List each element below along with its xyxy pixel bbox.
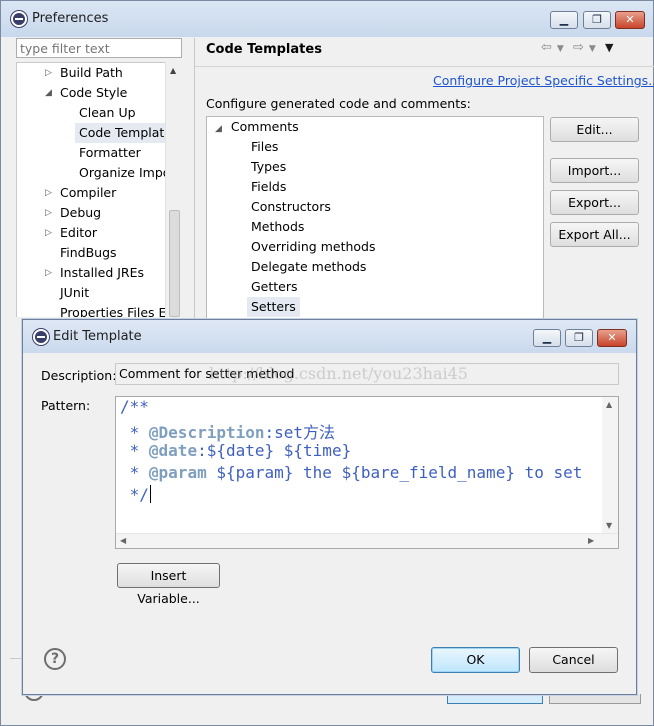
tree-item-label: Compiler [60,185,117,200]
preferences-tree: ▷ Build Path ◢ Code Style Clean Up Code … [16,62,182,317]
template-item-types[interactable]: Types [251,157,286,177]
tree-item-label: Organize Impo [79,165,171,180]
description-label: Description: [41,368,117,383]
expand-icon[interactable]: ▷ [45,203,55,223]
javadoc-tag: @param [148,463,207,482]
code-line-5: */ [120,485,151,504]
scroll-right-icon[interactable]: ▶ [588,536,594,545]
close-button[interactable]: ✕ [597,329,627,347]
collapse-icon[interactable]: ◢ [215,124,222,134]
templates-tree: ◢ Comments Files Types Fields Constructo… [206,116,544,319]
tree-item-label: Debug [60,205,102,220]
export-button[interactable]: Export... [550,190,639,215]
code-line-4: * @param ${param} the ${bare_field_name}… [120,463,583,482]
expand-icon[interactable]: ▷ [45,63,55,83]
preferences-titlebar[interactable]: Preferences ▁ ❐ ✕ [1,1,653,37]
dialog-titlebar[interactable]: Edit Template ▁ ❐ ✕ [23,320,636,353]
pattern-vertical-scrollbar[interactable]: ▲ ▼ [602,397,618,534]
template-item-constructors[interactable]: Constructors [251,197,331,217]
maximize-button[interactable]: ❐ [583,11,611,29]
tree-item-label: Build Path [60,65,123,80]
preferences-button-partial [447,694,543,704]
code-line-1: /** [120,397,149,416]
template-item-methods[interactable]: Methods [251,217,304,237]
cancel-button[interactable]: Cancel [529,647,618,673]
header-separator [195,66,654,67]
page-title: Code Templates [206,42,322,57]
back-dropdown-icon[interactable]: ▼ [557,44,564,54]
template-item-getters[interactable]: Getters [251,277,298,297]
edit-button[interactable]: Edit... [550,117,639,142]
import-button[interactable]: Import... [550,158,639,183]
preferences-bottom-separator [10,658,22,659]
configure-description: Configure generated code and comments: [206,96,471,111]
help-icon[interactable]: ? [44,648,66,670]
forward-arrow-icon[interactable]: ⇨ [573,40,584,55]
code-line-3: * @date:${date} ${time} [120,441,352,460]
export-all-button[interactable]: Export All... [550,222,639,247]
template-item-files[interactable]: Files [251,137,278,157]
tree-item-label: Code Style [60,85,128,100]
dialog-title: Edit Template [53,329,142,344]
eclipse-app-icon [11,11,27,27]
tree-item-label: Formatter [79,145,141,160]
eclipse-app-icon [33,329,49,345]
tree-item-label: JUnit [60,285,90,300]
expand-icon[interactable]: ▷ [45,263,55,283]
pattern-horizontal-scrollbar[interactable]: ◀ ▶ [116,533,618,548]
minimize-button[interactable]: ▁ [550,11,578,29]
tree-item-label: Clean Up [79,105,136,120]
scroll-down-icon[interactable]: ▼ [606,521,612,530]
template-item-delegate-methods[interactable]: Delegate methods [251,257,366,277]
preferences-button-partial [549,694,641,704]
scroll-up-icon[interactable]: ▲ [606,400,612,409]
tree-item-label: Editor [60,225,97,240]
pane-divider[interactable] [194,38,195,318]
tree-item-comments[interactable]: ◢ Comments [215,117,299,137]
tree-item-label: FindBugs [60,245,117,260]
expand-icon[interactable]: ▷ [45,183,55,203]
history-navigation: ⇦ ▼ ⇨ ▼ ▼ [541,40,618,55]
description-field[interactable]: Comment for setter method [115,363,619,385]
minimize-button[interactable]: ▁ [533,329,561,347]
maximize-button[interactable]: ❐ [565,329,593,347]
scrollbar-thumb[interactable] [169,210,180,317]
ok-button[interactable]: OK [431,647,520,673]
preferences-right-edge [637,388,638,688]
javadoc-tag: @Description [148,423,265,442]
insert-variable-button[interactable]: Insert Variable... [117,563,220,606]
preferences-title: Preferences [32,11,109,26]
close-button[interactable]: ✕ [615,11,645,29]
template-item-setters[interactable]: Setters [247,297,300,317]
pattern-label: Pattern: [41,398,91,413]
scroll-up-icon[interactable]: ▲ [170,66,176,75]
template-item-fields[interactable]: Fields [251,177,286,197]
javadoc-tag: @date [148,441,198,460]
configure-project-settings-link[interactable]: Configure Project Specific Settings... [433,73,654,88]
text-caret [149,485,151,503]
collapse-icon[interactable]: ◢ [45,83,55,103]
forward-dropdown-icon[interactable]: ▼ [589,44,596,54]
back-arrow-icon[interactable]: ⇦ [541,40,552,55]
edit-template-dialog: Edit Template ▁ ❐ ✕ Description: Comment… [22,319,637,695]
tree-item-label: Comments [230,119,299,134]
tree-item-label: Properties Files Ed [60,305,175,317]
template-item-overriding-methods[interactable]: Overriding methods [251,237,375,257]
tree-item-label: Installed JREs [60,265,145,280]
view-menu-icon[interactable]: ▼ [605,41,613,54]
filter-input[interactable] [16,38,182,58]
scroll-left-icon[interactable]: ◀ [120,536,126,545]
pattern-editor[interactable]: /** * @Description:set方法 * @date:${date}… [115,396,619,549]
tree-item-label: Code Template [79,125,173,140]
expand-icon[interactable]: ▷ [45,223,55,243]
tree-scrollbar[interactable]: ▲ [165,62,182,317]
code-line-2: * @Description:set方法 [120,423,336,442]
